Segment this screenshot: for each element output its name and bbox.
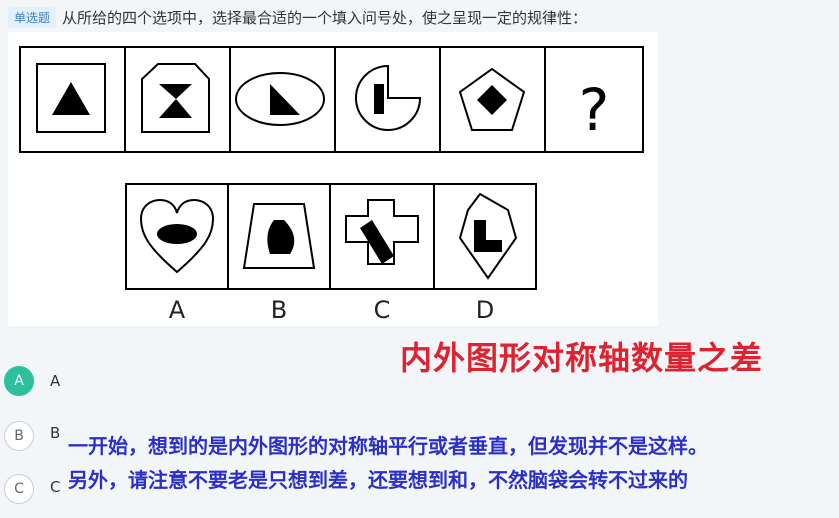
option-label-c: C [50,478,61,496]
figure-panel: ? A B C D [8,32,658,326]
option-letter-b: B [271,296,287,324]
radio-option-a[interactable]: A [4,366,34,396]
annotation-title: 内外图形对称轴数量之差 [400,339,764,377]
outer-vertical-hexagon-shape [458,192,518,280]
question-text: 从所给的四个选项中，选择最合适的一个填入问号处，使之呈现一定的规律性： [62,8,588,27]
answer-option-c[interactable]: C C [4,474,60,504]
inner-blob-shape [267,220,295,254]
inner-triangle-shape [52,82,90,115]
inner-diamond-shape [477,85,507,115]
inner-bar-shape [374,84,384,114]
question-type-tag: 单选题 [8,6,57,28]
inner-hourglass-shape-bottom [159,99,192,118]
inner-l-shape [474,220,502,252]
sequence-cell-4 [334,46,441,153]
puzzle-figure: ? A B C D [19,46,644,324]
option-letter-d: D [476,296,494,324]
answer-option-a[interactable]: A A [4,366,60,396]
inner-ellipse-shape [157,224,197,244]
question-header: 单选题 从所给的四个选项中，选择最合适的一个填入问号处，使之呈现一定的规律性： [8,6,587,28]
option-label-a: A [50,372,61,390]
radio-option-c[interactable]: C [4,474,34,504]
outer-sector-shape [355,64,422,131]
option-label-b: B [50,424,61,442]
inner-hourglass-shape [159,84,192,99]
question-mark: ? [579,76,610,144]
option-letter-c: C [374,296,391,324]
annotation-note-line1: 一开始，想到的是内外图形的对称轴平行或者垂直，但发现并不是这样。 [68,434,708,458]
option-letter-a: A [169,296,186,324]
radio-option-b[interactable]: B [4,421,34,451]
sequence-cell-2 [124,46,231,153]
annotation-note-line2: 另外，请注意不要老是只想到差，还要想到和，不然脑袋会转不过来的 [68,468,688,492]
inner-right-triangle-shape [270,84,300,115]
answer-option-b[interactable]: B B [4,421,60,451]
